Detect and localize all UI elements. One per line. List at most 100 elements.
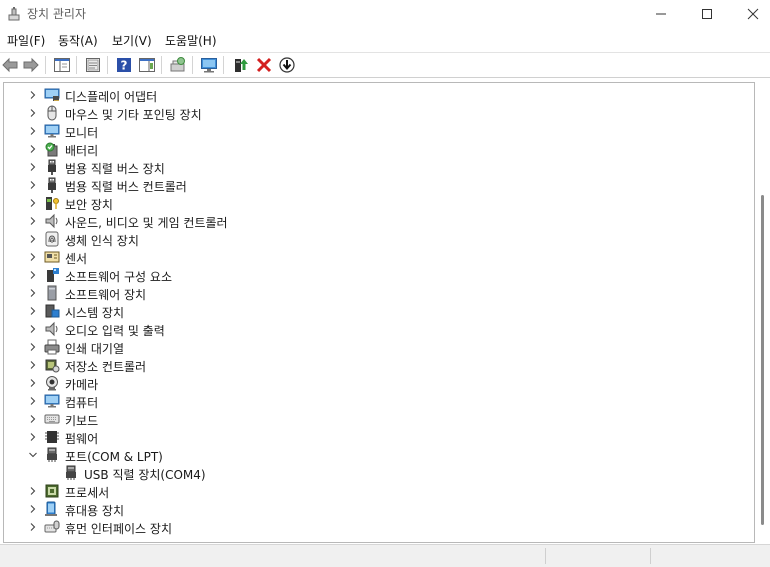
menu-help[interactable]: 도움말(H) xyxy=(165,32,217,49)
title-bar: 장치 관리자 xyxy=(0,0,770,28)
tree-item-label: 키보드 xyxy=(65,414,99,428)
system-device-icon xyxy=(45,304,60,318)
disable-device-button[interactable] xyxy=(278,56,296,74)
uninstall-device-button[interactable] xyxy=(255,56,273,74)
tree-category[interactable]: 생체 인식 장치 xyxy=(4,230,744,248)
chevron-right-icon[interactable] xyxy=(28,215,38,227)
show-hide-console-tree-button[interactable] xyxy=(53,56,71,74)
menu-file[interactable]: 파일(F) xyxy=(7,32,45,49)
tree-category[interactable]: 사운드, 비디오 및 게임 컨트롤러 xyxy=(4,212,744,230)
tree-item-label: 범용 직렬 버스 장치 xyxy=(65,162,165,176)
chevron-right-icon[interactable] xyxy=(28,341,38,353)
chevron-right-icon[interactable] xyxy=(28,125,38,137)
speaker-icon xyxy=(45,321,58,337)
tree-category[interactable]: 펌웨어 xyxy=(4,428,744,446)
toolbar-separator xyxy=(107,56,108,74)
tree-category[interactable]: 휴대용 장치 xyxy=(4,500,744,518)
tree-category[interactable]: 소프트웨어 장치 xyxy=(4,284,744,302)
update-driver-button[interactable] xyxy=(232,56,250,74)
chevron-right-icon[interactable] xyxy=(28,377,38,389)
properties-button[interactable] xyxy=(84,56,102,74)
tree-category[interactable]: 오디오 입력 및 출력 xyxy=(4,320,744,338)
tree-category[interactable]: 컴퓨터 xyxy=(4,392,744,410)
tree-category[interactable]: 프로세서 xyxy=(4,482,744,500)
tree-item-label: 생체 인식 장치 xyxy=(65,234,139,248)
tree-item-label: 카메라 xyxy=(65,378,99,392)
tree-category[interactable]: 범용 직렬 버스 컨트롤러 xyxy=(4,176,744,194)
tree-category[interactable]: 시스템 장치 xyxy=(4,302,744,320)
tree-category[interactable]: 저장소 컨트롤러 xyxy=(4,356,744,374)
close-button[interactable] xyxy=(730,0,770,28)
monitor-icon xyxy=(44,124,60,138)
tree-category[interactable]: 포트(COM & LPT) xyxy=(4,446,744,464)
status-bar xyxy=(0,544,770,567)
chevron-right-icon[interactable] xyxy=(28,143,38,155)
tree-category[interactable]: 범용 직렬 버스 장치 xyxy=(4,158,744,176)
status-separator xyxy=(650,548,651,564)
chevron-right-icon[interactable] xyxy=(28,161,38,173)
window-title: 장치 관리자 xyxy=(27,7,87,21)
minimize-icon xyxy=(656,13,666,15)
maximize-button[interactable] xyxy=(684,0,730,28)
scan-hardware-changes-button[interactable] xyxy=(169,56,187,74)
chevron-right-icon[interactable] xyxy=(28,521,38,533)
tree-item-label: 휴먼 인터페이스 장치 xyxy=(65,522,172,536)
action-pane-icon xyxy=(139,58,155,72)
monitor-button[interactable] xyxy=(200,56,218,74)
tree-item-label: 사운드, 비디오 및 게임 컨트롤러 xyxy=(65,216,228,230)
chevron-right-icon[interactable] xyxy=(28,359,38,371)
tree-child-item[interactable]: USB 직렬 장치(COM4) xyxy=(4,464,744,482)
tree-category[interactable]: 인쇄 대기열 xyxy=(4,338,744,356)
menu-action[interactable]: 동작(A) xyxy=(58,32,98,49)
vertical-scrollbar-thumb[interactable] xyxy=(761,195,764,525)
chevron-right-icon[interactable] xyxy=(28,233,38,245)
tree-category[interactable]: 소프트웨어 구성 요소 xyxy=(4,266,744,284)
chevron-right-icon[interactable] xyxy=(28,287,38,299)
printer-icon xyxy=(44,339,60,355)
svg-text:?: ? xyxy=(121,59,128,73)
tree-category[interactable]: 휴먼 인터페이스 장치 xyxy=(4,518,744,536)
menu-view[interactable]: 보기(V) xyxy=(112,32,152,49)
chevron-right-icon[interactable] xyxy=(28,503,38,515)
chevron-right-icon[interactable] xyxy=(28,179,38,191)
tree-item-label: 센서 xyxy=(65,252,88,266)
chevron-right-icon[interactable] xyxy=(28,89,38,101)
battery-icon xyxy=(45,142,58,157)
tree-item-label: 저장소 컨트롤러 xyxy=(65,360,147,374)
tree-item-label: 소프트웨어 구성 요소 xyxy=(65,270,172,284)
chevron-right-icon[interactable] xyxy=(28,251,38,263)
chevron-right-icon[interactable] xyxy=(28,395,38,407)
tree-item-label: 범용 직렬 버스 컨트롤러 xyxy=(65,180,187,194)
chevron-down-icon[interactable] xyxy=(28,449,38,461)
tree-category[interactable]: 모니터 xyxy=(4,122,744,140)
device-tree[interactable]: 디스플레이 어댑터 마우스 및 기타 포인팅 장치 모니터 배터리범용 직렬 버스 장… xyxy=(3,82,755,543)
forward-button[interactable] xyxy=(22,56,40,74)
software-device-icon xyxy=(47,285,57,301)
tree-category[interactable]: 키보드 xyxy=(4,410,744,428)
toolbar-separator xyxy=(76,56,77,74)
tree-category[interactable]: 센서 xyxy=(4,248,744,266)
tree-category[interactable]: 디스플레이 어댑터 xyxy=(4,86,744,104)
tree-category[interactable]: 보안 장치 xyxy=(4,194,744,212)
chevron-right-icon[interactable] xyxy=(28,269,38,281)
minimize-button[interactable] xyxy=(638,0,684,28)
disable-device-icon xyxy=(279,57,295,73)
monitor-icon xyxy=(201,58,217,73)
chevron-right-icon[interactable] xyxy=(28,107,38,119)
tree-category[interactable]: 마우스 및 기타 포인팅 장치 xyxy=(4,104,744,122)
tree-category[interactable]: 배터리 xyxy=(4,140,744,158)
back-button[interactable] xyxy=(1,56,19,74)
tree-category[interactable]: 카메라 xyxy=(4,374,744,392)
chevron-right-icon[interactable] xyxy=(28,305,38,317)
storage-controller-icon xyxy=(45,359,60,373)
chevron-right-icon[interactable] xyxy=(28,431,38,443)
security-key-icon xyxy=(46,197,59,210)
chevron-right-icon[interactable] xyxy=(28,413,38,425)
tree-item-label: USB 직렬 장치(COM4) xyxy=(84,468,206,482)
action-pane-button[interactable] xyxy=(138,56,156,74)
chevron-right-icon[interactable] xyxy=(28,197,38,209)
chevron-right-icon[interactable] xyxy=(28,485,38,497)
chevron-right-icon[interactable] xyxy=(28,323,38,335)
status-separator xyxy=(545,548,546,564)
help-button[interactable]: ? xyxy=(115,56,133,74)
